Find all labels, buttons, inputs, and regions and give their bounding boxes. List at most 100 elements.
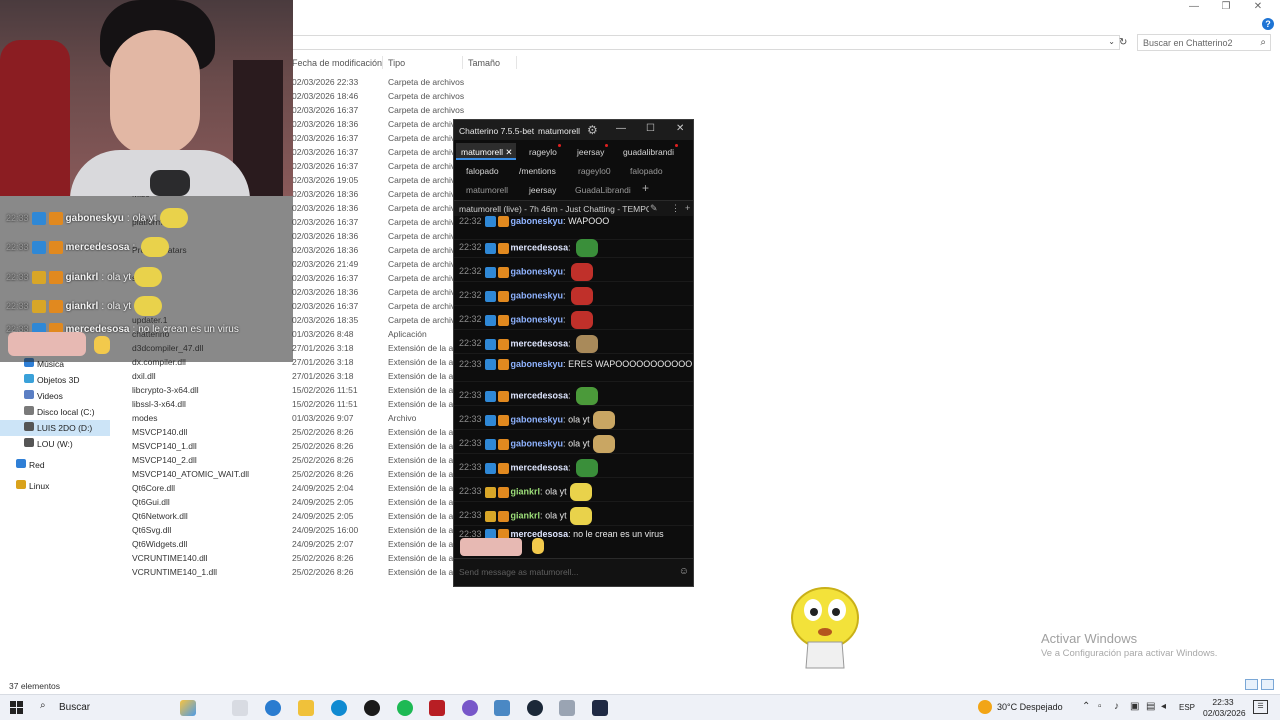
chat-username[interactable]: mercedesosa — [511, 338, 569, 348]
nav-item[interactable]: LOU (W:) — [0, 436, 110, 452]
chat-username[interactable]: mercedesosa — [511, 390, 569, 400]
tab-guadalibrandi[interactable]: guadalibrandi — [623, 143, 679, 160]
steam-icon[interactable] — [527, 700, 543, 716]
folder-icon[interactable] — [298, 700, 314, 716]
more-icon[interactable]: ⋮ — [671, 203, 680, 214]
add-tab-icon[interactable]: + — [642, 181, 649, 195]
weather-icon[interactable] — [978, 700, 992, 714]
column-header-type[interactable]: Tipo — [388, 58, 405, 68]
chat-message[interactable]: 22:33 gaboneskyu: ola yt — [454, 430, 693, 454]
chat-message[interactable]: 22:32 mercedesosa: — [454, 234, 693, 258]
volume-icon[interactable]: ◂ — [1161, 701, 1166, 712]
chat-message[interactable]: 22:32 gaboneskyu: — [454, 282, 693, 306]
tab-jeersay[interactable]: jeersay — [577, 143, 609, 160]
chat-username[interactable]: mercedesosa — [511, 242, 569, 252]
tray-icon[interactable]: ▫ — [1098, 701, 1102, 712]
nav-item[interactable]: Red — [0, 457, 110, 473]
chat-message[interactable]: 22:32 gaboneskyu: — [454, 306, 693, 330]
chat-message[interactable]: 22:32 mercedesosa: — [454, 330, 693, 354]
refresh-icon[interactable]: ↻ — [1119, 37, 1127, 48]
chat-username[interactable]: giankrl — [511, 486, 541, 496]
nav-item[interactable]: Disco local (C:) — [0, 404, 110, 420]
chat-username[interactable]: mercedesosa — [511, 462, 569, 472]
search-input[interactable]: Buscar en Chatterino2 ⌕ — [1137, 34, 1271, 51]
maximize-icon[interactable]: ☐ — [646, 123, 655, 134]
chat-message[interactable]: 22:33 gaboneskyu: ola yt — [454, 406, 693, 430]
help-icon[interactable]: ? — [1262, 18, 1274, 30]
chat-username[interactable]: gaboneskyu — [511, 438, 564, 448]
minimize-icon[interactable]: — — [616, 123, 626, 134]
address-bar[interactable]: ⌄ — [290, 35, 1120, 50]
task-view-icon[interactable] — [232, 700, 248, 716]
column-header-size[interactable]: Tamaño — [468, 58, 500, 68]
spotify-icon[interactable] — [397, 700, 413, 716]
windows-start-icon[interactable] — [10, 701, 23, 714]
chat-message[interactable]: 22:33 giankrl: ola yt — [454, 502, 693, 526]
add-split-icon[interactable]: + — [685, 203, 690, 213]
chrome-icon[interactable] — [364, 700, 380, 716]
nav-item[interactable]: LUIS 2DO (D:) — [0, 420, 110, 436]
close-icon[interactable]: ✕ — [676, 123, 684, 134]
app-icon[interactable] — [592, 700, 608, 716]
chat-username[interactable]: gaboneskyu — [511, 414, 564, 424]
language-indicator[interactable]: ESP — [1179, 703, 1195, 712]
chat-message[interactable]: 22:33 mercedesosa: — [454, 382, 693, 406]
column-header-date[interactable]: Fecha de modificación — [292, 58, 382, 68]
details-view-icon[interactable] — [1245, 679, 1258, 690]
chat-username[interactable]: gaboneskyu — [511, 266, 564, 276]
pencil-icon[interactable]: ✎ — [650, 203, 658, 214]
app-icon[interactable] — [559, 700, 575, 716]
weather-label[interactable]: 30°C Despejado — [997, 702, 1063, 712]
clock[interactable]: 22:33 02/03/2026 — [1203, 697, 1246, 719]
notification-icon[interactable]: ☰ — [1253, 700, 1268, 714]
chat-message[interactable]: 22:33 mercedesosa: — [454, 454, 693, 478]
chatterino-titlebar[interactable]: Chatterino 7.5.5-bet matumorell ⚙ — ☐ ✕ — [454, 120, 693, 140]
chat-message[interactable]: 22:33 giankrl: ola yt — [454, 478, 693, 502]
emoji-picker-icon[interactable]: ☺ — [679, 566, 689, 577]
tab-falopado-2[interactable]: falopado — [630, 162, 663, 179]
tab-matumorell[interactable]: matumorell ✕ — [456, 143, 516, 160]
file-date: 02/03/2026 16:37 — [292, 133, 359, 143]
browser-icon[interactable] — [331, 700, 347, 716]
chat-message[interactable]: 22:32 gaboneskyu: — [454, 258, 693, 282]
nav-item[interactable]: Videos — [0, 388, 110, 404]
network-icon[interactable]: ▤ — [1146, 701, 1155, 712]
tab-rageylo0[interactable]: rageylo0 — [578, 162, 611, 179]
file-name: modes — [132, 413, 158, 423]
chevron-down-icon[interactable]: ⌄ — [1108, 37, 1115, 46]
current-user[interactable]: matumorell — [538, 126, 580, 136]
message-input[interactable]: Send message as matumorell... ☺ — [454, 558, 693, 586]
app-icon[interactable] — [429, 700, 445, 716]
tab-guadalibrandi-2[interactable]: GuadaLibrandi — [575, 181, 631, 198]
file-name: Qt6Network.dll — [132, 511, 188, 521]
microphone-icon[interactable]: ♪ — [1114, 701, 1119, 712]
tab-matumorell-2[interactable]: matumorell — [466, 181, 508, 198]
gear-icon[interactable]: ⚙ — [587, 123, 598, 137]
chat-username[interactable]: gaboneskyu — [511, 216, 564, 226]
tab-mentions[interactable]: /mentions — [519, 162, 556, 179]
tiles-view-icon[interactable] — [1261, 679, 1274, 690]
chat-username[interactable]: gaboneskyu — [511, 359, 564, 369]
minimize-button[interactable]: — — [1178, 0, 1210, 14]
tray-icon[interactable]: ▣ — [1130, 701, 1139, 712]
nav-item[interactable]: Objetos 3D — [0, 372, 110, 388]
copilot-icon[interactable] — [180, 700, 196, 716]
chatterino-icon[interactable] — [494, 700, 510, 716]
chat-username[interactable]: gaboneskyu — [511, 314, 564, 324]
maximize-button[interactable]: ❐ — [1210, 0, 1242, 14]
close-tab-icon[interactable]: ✕ — [505, 147, 512, 157]
nav-item[interactable]: Linux — [0, 478, 110, 494]
discord-icon[interactable] — [462, 700, 478, 716]
taskbar-search[interactable]: Buscar — [59, 702, 90, 713]
tab-falopado[interactable]: falopado — [466, 162, 499, 179]
chevron-up-icon[interactable]: ⌃ — [1082, 701, 1090, 712]
tab-rageylo[interactable]: rageylo — [529, 143, 561, 160]
close-button[interactable]: ✕ — [1242, 0, 1274, 14]
file-type: Carpeta de archivos — [388, 77, 465, 87]
tab-jeersay-2[interactable]: jeersay — [529, 181, 556, 198]
edge-icon[interactable] — [265, 700, 281, 716]
chat-username[interactable]: giankrl — [511, 510, 541, 520]
chat-message[interactable]: 22:33 gaboneskyu: ERES WAPOOOOOOOOOOO — [454, 354, 693, 382]
search-icon[interactable]: ⌕ — [40, 700, 46, 711]
chat-username[interactable]: gaboneskyu — [511, 290, 564, 300]
